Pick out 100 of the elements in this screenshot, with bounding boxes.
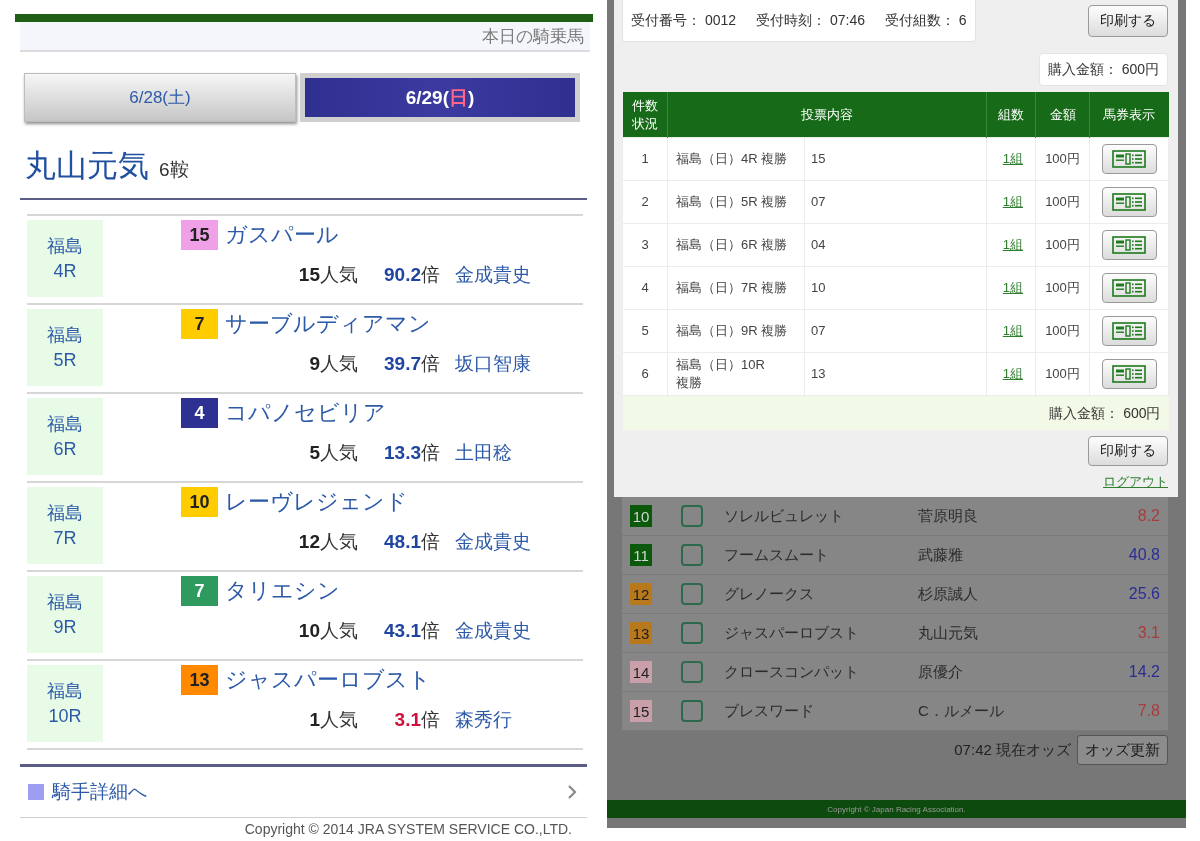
ticket-view-button[interactable]: [1101, 144, 1157, 174]
jockey-text: C．ルメール: [918, 701, 1005, 721]
checkbox[interactable]: [681, 661, 703, 683]
logout-link[interactable]: ログアウト: [1103, 473, 1168, 491]
number-badge: 11: [630, 544, 652, 566]
jockey-name: 丸山元気: [25, 147, 149, 185]
checkbox[interactable]: [681, 505, 703, 527]
table-cell: 10: [804, 266, 987, 310]
horse-name: サーブルディアマン: [225, 310, 431, 338]
odds-text: 40.8: [1128, 546, 1161, 564]
race-label: 福島 5R: [27, 309, 103, 386]
table-cell: 福島（日）9R 複勝: [667, 309, 805, 353]
combination-count-link[interactable]: 1組: [1002, 194, 1023, 209]
odds-text: 48.1倍: [384, 530, 440, 554]
race-label: 福島 6R: [27, 398, 103, 475]
jockey-text: 金成貴史: [455, 263, 531, 287]
mount-count: 6鞍: [159, 158, 189, 182]
odds-text: 3.1: [1137, 624, 1161, 642]
horse-name: フームスムート: [724, 545, 830, 565]
checkbox[interactable]: [681, 622, 703, 644]
page-subtitle: 本日の騎乗馬: [20, 22, 590, 52]
jockey-text: 菅原明良: [918, 506, 979, 526]
table-cell: 100円: [1035, 223, 1090, 267]
table-cell: 1: [622, 137, 668, 181]
combination-count-link[interactable]: 1組: [1002, 280, 1023, 295]
number-badge: 4: [181, 398, 218, 428]
jockey-text: 森秀行: [455, 708, 512, 732]
jockey-text: 坂口智康: [455, 352, 531, 376]
column-header: 金額: [1035, 92, 1090, 138]
jockey-detail-link[interactable]: 騎手詳細へ: [52, 779, 147, 805]
table-cell: 04: [804, 223, 987, 267]
jockey-text: 武藤雅: [918, 545, 964, 565]
print-button[interactable]: 印刷する: [1088, 5, 1168, 37]
ticket-icon: [1112, 150, 1146, 168]
popularity-text: 5人気: [309, 441, 358, 465]
odds-text: 8.2: [1137, 507, 1161, 525]
odds-text: 39.7倍: [384, 352, 440, 376]
table-cell: 15: [804, 137, 987, 181]
horse-name: ジャスパーロブスト: [225, 666, 431, 694]
column-header: 投票内容: [667, 92, 987, 138]
table-cell: 100円: [1035, 137, 1090, 181]
table-cell: 4: [622, 266, 668, 310]
checkbox[interactable]: [681, 700, 703, 722]
combination-count-link[interactable]: 1組: [1002, 366, 1023, 381]
ticket-icon: [1112, 279, 1146, 297]
copyright-text: Copyright © 2014 JRA SYSTEM SERVICE CO.,LTD.: [244, 821, 572, 837]
ticket-view-button[interactable]: [1101, 187, 1157, 217]
purchase-total: 購入金額： 600円: [622, 395, 1169, 430]
race-label: 福島 10R: [27, 665, 103, 742]
odds-timestamp: 07:42 現在オッズ: [954, 740, 1071, 760]
table-cell: 100円: [1035, 352, 1090, 396]
purchase-amount: 購入金額： 600円: [1038, 53, 1168, 86]
ticket-view-button[interactable]: [1101, 273, 1157, 303]
combination-count-link[interactable]: 1組: [1002, 151, 1023, 166]
number-badge: 15: [630, 700, 652, 722]
date-tab[interactable]: 6/29(日): [300, 73, 580, 122]
table-cell: 福島（日）6R 複勝: [667, 223, 805, 267]
popularity-text: 10人気: [298, 619, 358, 643]
odds-text: 3.1倍: [394, 708, 440, 732]
table-cell: 福島（日）7R 複勝: [667, 266, 805, 310]
table-cell: 100円: [1035, 309, 1090, 353]
popularity-text: 15人気: [298, 263, 358, 287]
column-header: 件数状況: [622, 92, 668, 138]
jockey-text: 丸山元気: [918, 623, 979, 643]
ticket-icon: [1112, 193, 1146, 211]
checkbox[interactable]: [681, 583, 703, 605]
ticket-icon: [1112, 236, 1146, 254]
odds-refresh-button[interactable]: オッズ更新: [1077, 735, 1168, 765]
table-cell: 福島（日）10R 複勝: [667, 352, 805, 396]
number-badge: 10: [181, 487, 218, 517]
number-badge: 7: [181, 576, 218, 606]
table-cell: 100円: [1035, 266, 1090, 310]
horse-name: ガスパール: [225, 221, 339, 249]
number-badge: 14: [630, 661, 652, 683]
odds-text: 7.8: [1137, 702, 1161, 720]
column-header: 馬券表示: [1089, 92, 1169, 138]
ticket-view-button[interactable]: [1101, 230, 1157, 260]
print-button[interactable]: 印刷する: [1088, 436, 1168, 466]
ticket-icon: [1112, 365, 1146, 383]
race-label: 福島 4R: [27, 220, 103, 297]
odds-text: 14.2: [1128, 663, 1161, 681]
number-badge: 15: [181, 220, 218, 250]
number-badge: 12: [630, 583, 652, 605]
horse-name: ブレスワード: [724, 701, 815, 721]
odds-text: 25.6: [1128, 585, 1161, 603]
chevron-right-icon[interactable]: [567, 784, 577, 800]
receipt-info-text: 受付組数： 6: [885, 11, 967, 30]
table-cell: 福島（日）4R 複勝: [667, 137, 805, 181]
receipt-info-text: 受付時刻： 07:46: [756, 11, 865, 30]
checkbox[interactable]: [681, 544, 703, 566]
combination-count-link[interactable]: 1組: [1002, 237, 1023, 252]
horse-name: ソレルビュレット: [724, 506, 845, 526]
date-tab[interactable]: 6/28(土): [24, 73, 296, 122]
combination-count-link[interactable]: 1組: [1002, 323, 1023, 338]
table-cell: 6: [622, 352, 668, 396]
ticket-icon: [1112, 322, 1146, 340]
ticket-view-button[interactable]: [1101, 316, 1157, 346]
horse-name: レーヴレジェンド: [225, 488, 408, 516]
footer-copyright: Copyright © Japan Racing Association.: [607, 800, 1186, 818]
ticket-view-button[interactable]: [1101, 359, 1157, 389]
